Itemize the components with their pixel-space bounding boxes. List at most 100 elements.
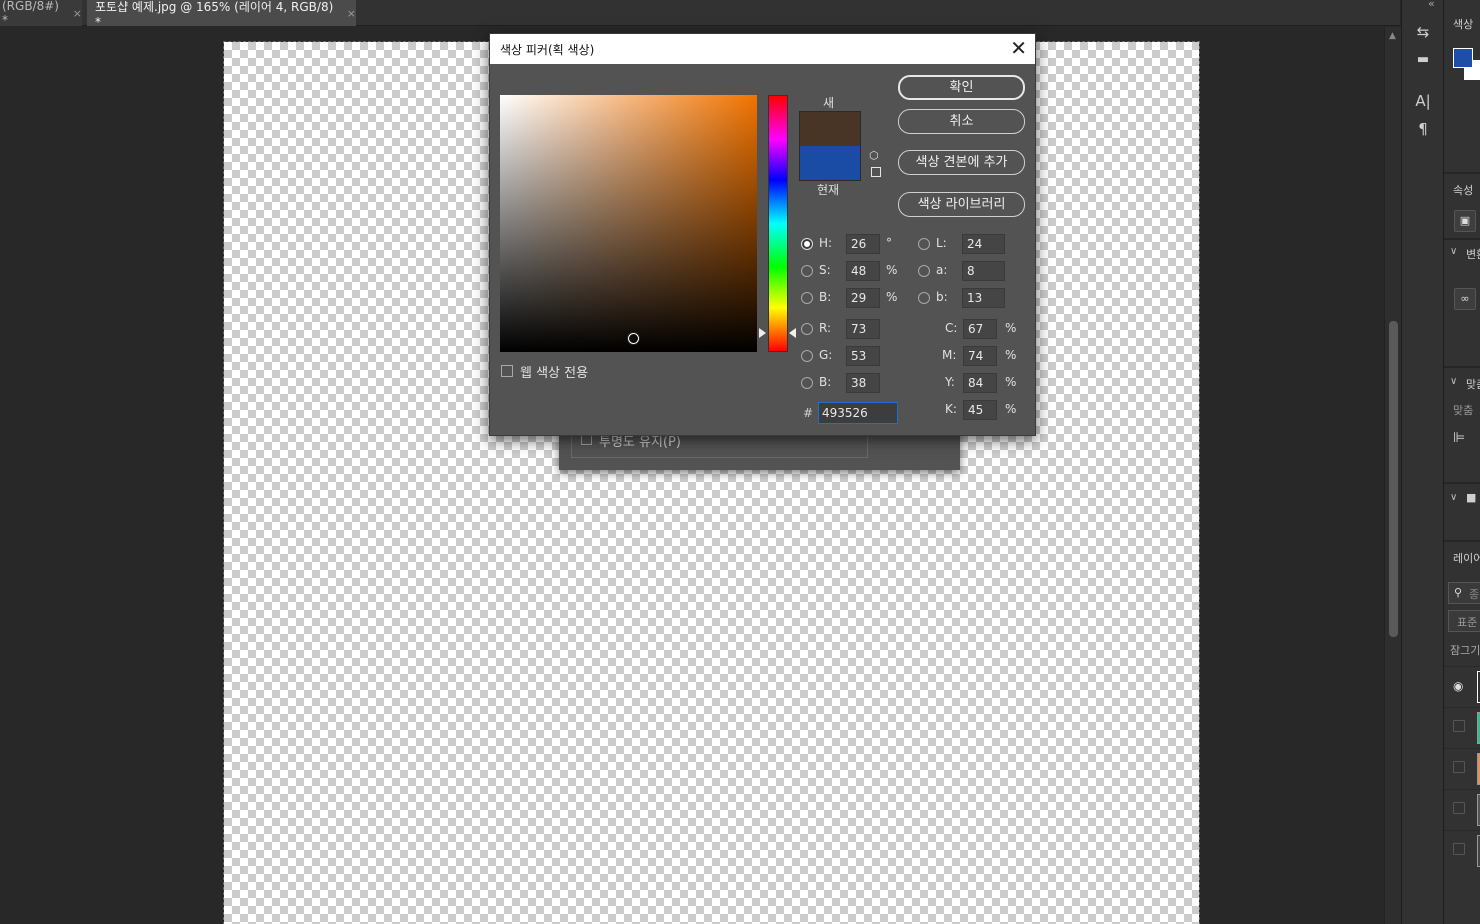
magenta-label: M:	[942, 348, 957, 362]
scroll-up-icon[interactable]: ▲	[1389, 31, 1396, 41]
close-icon[interactable]: ✕	[1010, 36, 1027, 60]
magenta-field[interactable]: 74	[963, 346, 997, 366]
red-field[interactable]: 73	[846, 319, 880, 339]
current-color-label: 현재	[817, 183, 840, 197]
lock-label: 잠그기	[1450, 644, 1480, 657]
web-colors-only-label: 웹 색상 전용	[520, 366, 589, 381]
search-icon: ⚲	[1454, 586, 1463, 599]
properties-section: 속성 ▣	[1444, 172, 1480, 238]
eye-icon[interactable]: ◉	[1453, 679, 1463, 693]
hex-field[interactable]: 493526	[818, 402, 898, 424]
collapse-icon[interactable]: «	[1428, 0, 1435, 10]
saturation-radio[interactable]	[801, 265, 813, 277]
brightness-field[interactable]: 29	[846, 288, 880, 308]
saturation-field[interactable]: 48	[846, 261, 880, 281]
close-icon[interactable]: ×	[73, 7, 82, 20]
web-colors-only-checkbox[interactable]	[501, 365, 513, 377]
visibility-toggle[interactable]	[1453, 720, 1465, 732]
character-icon[interactable]: A|	[1413, 91, 1433, 111]
black-field[interactable]: 45	[963, 400, 997, 420]
cancel-button[interactable]: 취소	[898, 109, 1025, 134]
web-safe-square-icon[interactable]	[871, 167, 881, 177]
red-radio[interactable]	[801, 323, 813, 335]
visibility-toggle[interactable]	[1453, 843, 1465, 855]
green-radio[interactable]	[801, 350, 813, 362]
align-section: ∨ 맞춤 맞춤 ⊫	[1444, 366, 1480, 482]
document-tab-2[interactable]: 포토샵 예제.jpg @ 165% (레이어 4, RGB/8) * ×	[87, 0, 356, 29]
scroll-thumb[interactable]	[1389, 321, 1398, 637]
hue-label: H:	[819, 236, 833, 250]
color-panel-label[interactable]: 색상	[1453, 16, 1473, 32]
cyan-field[interactable]: 67	[963, 319, 997, 339]
brightness-radio[interactable]	[801, 292, 813, 304]
document-tab-bar: (RGB/8#) * × 포토샵 예제.jpg @ 165% (레이어 4, R…	[0, 0, 1400, 29]
layers-label[interactable]: 레이어	[1453, 550, 1480, 566]
layer-row[interactable]	[1444, 707, 1480, 747]
layer-row[interactable]: ◉	[1444, 666, 1480, 706]
properties-label[interactable]: 속성	[1453, 182, 1473, 198]
chevron-down-icon[interactable]: ∨	[1450, 492, 1457, 503]
percent-unit: %	[1005, 348, 1017, 362]
lab-b-label: b:	[936, 290, 948, 304]
lab-b-radio[interactable]	[918, 292, 930, 304]
right-panel: 색상 속성 ▣ ∨ 변환 ∞ ∨ 맞춤 맞춤 ⊫ ∨ ■ 레이어 ⚲ 종 표준 …	[1443, 0, 1480, 924]
lab-a-radio[interactable]	[918, 265, 930, 277]
lab-a-field[interactable]: 8	[962, 261, 1005, 281]
blue-label: B:	[819, 375, 832, 389]
lab-b-field[interactable]: 13	[962, 288, 1005, 308]
align-sub-label: 맞춤	[1453, 404, 1474, 417]
hue-slider-right-arrow[interactable]	[789, 328, 796, 338]
add-to-swatches-button[interactable]: 색상 견본에 추가	[898, 150, 1025, 175]
hue-radio[interactable]	[801, 238, 813, 250]
link-icon[interactable]: ∞	[1454, 288, 1476, 310]
green-field[interactable]: 53	[846, 346, 880, 366]
yellow-field[interactable]: 84	[963, 373, 997, 393]
new-color-swatch	[799, 111, 861, 146]
saturation-brightness-field[interactable]	[500, 95, 757, 352]
chevron-down-icon[interactable]: ∨	[1450, 246, 1457, 257]
layer-row[interactable]	[1444, 748, 1480, 788]
out-of-gamut-cube-icon[interactable]: ⬡	[869, 150, 881, 162]
hue-slider-left-arrow[interactable]	[759, 328, 766, 338]
current-color-swatch[interactable]	[799, 146, 861, 181]
visibility-toggle[interactable]	[1453, 802, 1465, 814]
percent-unit: %	[1005, 375, 1017, 389]
layers-section: 레이어 ⚲ 종 표준 잠그기 ◉	[1444, 540, 1480, 924]
dialog-title: 색상 피커(획 색상)	[500, 43, 595, 57]
green-label: G:	[819, 348, 833, 362]
transform-section: ∨ 변환 ∞	[1444, 238, 1480, 366]
lab-l-radio[interactable]	[918, 238, 930, 250]
color-picker-dialog: 색상 피커(획 색상) ✕ 새 현재 ⬡ 확인 취소 색상 견본에 추가 색상 …	[489, 33, 1036, 436]
blend-mode-value: 표준	[1457, 616, 1478, 629]
blue-radio[interactable]	[801, 377, 813, 389]
paragraph-icon[interactable]: ¶	[1413, 119, 1433, 139]
percent-unit: %	[886, 263, 898, 277]
color-cursor[interactable]	[628, 333, 639, 344]
hue-slider[interactable]	[768, 95, 788, 352]
dialog-titlebar[interactable]: 색상 피커(획 색상) ✕	[490, 34, 1035, 64]
foreground-color-swatch[interactable]	[1453, 48, 1473, 68]
red-label: R:	[819, 321, 832, 335]
close-icon[interactable]: ×	[347, 7, 356, 20]
chevron-down-icon[interactable]: ∨	[1450, 376, 1457, 387]
vertical-scrollbar[interactable]: ▲	[1384, 27, 1401, 924]
transform-label: 변환	[1466, 248, 1480, 261]
align-left-icon[interactable]: ⊫	[1453, 430, 1465, 446]
hue-field[interactable]: 26	[846, 234, 880, 254]
color-libraries-button[interactable]: 색상 라이브러리	[898, 192, 1025, 217]
blend-mode-select[interactable]: 표준	[1448, 610, 1480, 632]
tab-label: 포토샵 예제.jpg @ 165% (레이어 4, RGB/8) *	[95, 0, 334, 29]
lab-l-field[interactable]: 24	[962, 234, 1005, 254]
lab-a-label: a:	[936, 263, 948, 277]
visibility-toggle[interactable]	[1453, 761, 1465, 773]
history-icon[interactable]: ⇆	[1413, 22, 1433, 42]
layer-search-field[interactable]: ⚲ 종	[1448, 582, 1480, 604]
blue-field[interactable]: 38	[846, 373, 880, 393]
yellow-label: Y:	[945, 375, 955, 389]
document-tab-1[interactable]: (RGB/8#) * ×	[0, 0, 82, 27]
comment-icon[interactable]: ▬	[1413, 50, 1433, 70]
layer-row[interactable]	[1444, 789, 1480, 829]
layer-row[interactable]	[1444, 830, 1480, 870]
image-icon[interactable]: ▣	[1454, 210, 1476, 232]
ok-button[interactable]: 확인	[898, 75, 1025, 100]
